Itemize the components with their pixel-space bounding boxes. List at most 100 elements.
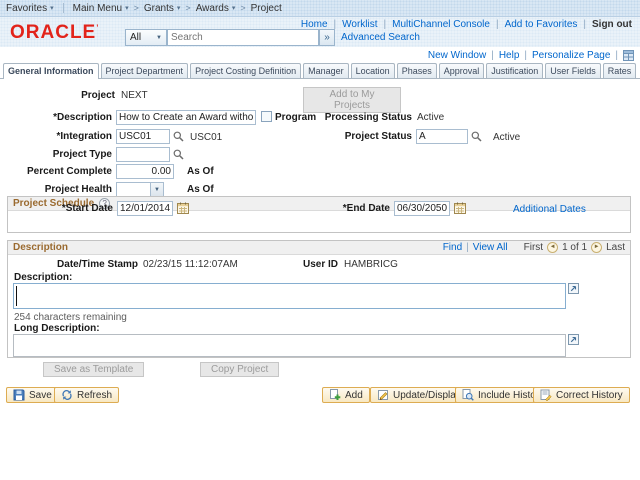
next-row-icon[interactable]: ► [591, 242, 603, 253]
text-cursor [16, 286, 17, 306]
tab-general-information[interactable]: General Information [3, 63, 99, 79]
description-label: *Description [53, 112, 112, 123]
top-nav-links: Home | Worklist | MultiChannel Console |… [301, 19, 632, 30]
search-input[interactable] [167, 29, 319, 46]
end-date-label: *End Date [342, 203, 390, 214]
chevron-down-icon: ▾ [50, 5, 54, 12]
chars-remaining-note: 254 characters remaining [14, 312, 127, 323]
breadcrumb-item-main-menu[interactable]: Main Menu ▾ [73, 3, 129, 14]
save-as-template-button[interactable]: Save as Template [43, 362, 145, 377]
breadcrumb-separator: > [240, 3, 246, 13]
additional-dates-link[interactable]: Additional Dates [513, 204, 586, 215]
chevron-down-icon: ▼ [150, 183, 163, 196]
start-date-input[interactable] [117, 201, 173, 216]
project-health-label: Project Health [44, 184, 112, 195]
separator: | [583, 19, 586, 30]
refresh-icon [61, 389, 73, 401]
tab-justification[interactable]: Justification [486, 63, 544, 78]
add-button[interactable]: Add [322, 387, 370, 403]
last-link[interactable]: Last [606, 242, 625, 253]
first-link[interactable]: First [524, 242, 543, 253]
breadcrumb: Favorites ▾ Main Menu ▾ > Grants ▾ > Awards… [0, 0, 640, 17]
end-date-input[interactable] [394, 201, 450, 216]
start-date-calendar-icon[interactable] [177, 202, 189, 214]
description-header: Description Find | View All First ◄ 1 of… [8, 241, 630, 255]
project-type-input[interactable] [116, 147, 170, 162]
breadcrumb-item-project[interactable]: Project [251, 3, 282, 14]
view-all-link[interactable]: View All [473, 242, 508, 253]
long-description-textarea[interactable] [13, 334, 566, 357]
description-section: Description Find | View All First ◄ 1 of… [7, 240, 631, 358]
breadcrumb-item-awards[interactable]: Awards ▾ [196, 3, 236, 14]
datetime-stamp-value: 02/23/15 11:12:07AM [143, 259, 238, 270]
description-field-label: Description: [14, 272, 73, 283]
integration-lookup-icon[interactable] [173, 131, 184, 142]
peoplesoft-project-page: { "icons": { "dropdown_arrow": "▾", "sel… [0, 0, 640, 480]
personalize-layout-icon[interactable] [623, 50, 634, 61]
description-textarea[interactable] [13, 283, 566, 309]
add-to-favorites-link[interactable]: Add to Favorites [505, 19, 578, 30]
breadcrumb-separator: > [185, 3, 191, 13]
tab-phases[interactable]: Phases [396, 63, 437, 78]
multichannel-console-link[interactable]: MultiChannel Console [392, 19, 490, 30]
separator: | [615, 50, 618, 61]
end-date-calendar-icon[interactable] [454, 202, 466, 214]
find-view-controls: Find | View All First ◄ 1 of 1 ► Last [443, 242, 625, 253]
new-window-link[interactable]: New Window [428, 50, 486, 61]
description-expand-icon[interactable] [568, 283, 579, 294]
tab-rates[interactable]: Rates [602, 63, 637, 78]
add-to-my-projects-button[interactable]: Add to My Projects [303, 87, 401, 113]
personalize-page-link[interactable]: Personalize Page [532, 50, 610, 61]
update-display-button[interactable]: Update/Display [370, 387, 468, 403]
save-button[interactable]: Save [6, 387, 59, 403]
oracle-logo: ORACLE’ [10, 22, 100, 43]
breadcrumb-divider [62, 3, 64, 13]
tab-project-department[interactable]: Project Department [100, 63, 189, 78]
project-value: NEXT [121, 90, 148, 101]
chevron-down-icon: ▾ [231, 5, 236, 12]
program-checkbox[interactable] [261, 111, 272, 122]
include-history-magnifier-icon [462, 389, 474, 401]
separator: | [495, 19, 499, 30]
separator: | [491, 50, 494, 61]
help-link[interactable]: Help [499, 50, 520, 61]
breadcrumb-item-grants[interactable]: Grants ▾ [144, 3, 181, 14]
percent-complete-input[interactable] [116, 164, 174, 179]
separator: | [383, 19, 387, 30]
worklist-link[interactable]: Worklist [342, 19, 377, 30]
tab-user-fields[interactable]: User Fields [545, 63, 601, 78]
project-health-dropdown[interactable]: ▼ [116, 182, 164, 197]
previous-row-icon[interactable]: ◄ [547, 242, 559, 253]
correct-history-button[interactable]: Correct History [533, 387, 630, 403]
percent-complete-label: Percent Complete [26, 166, 112, 177]
search-scope-value: All [130, 32, 142, 43]
project-status-input[interactable] [416, 129, 468, 144]
tab-location[interactable]: Location [350, 63, 395, 78]
tab-manager[interactable]: Manager [303, 63, 349, 78]
search-scope-dropdown[interactable]: All ▼ [125, 29, 167, 46]
tab-approval[interactable]: Approval [438, 63, 485, 78]
long-description-label: Long Description: [14, 323, 100, 334]
save-disk-icon [13, 389, 25, 401]
find-link[interactable]: Find [443, 242, 462, 253]
project-status-lookup-icon[interactable] [471, 131, 482, 142]
project-type-lookup-icon[interactable] [173, 149, 184, 160]
search-go-button[interactable]: » [319, 29, 335, 46]
integration-description: USC01 [190, 132, 223, 143]
long-description-expand-icon[interactable] [568, 334, 579, 345]
as-of-label: As Of [187, 166, 214, 177]
datetime-stamp-label: Date/Time Stamp [57, 259, 138, 270]
advanced-search-link[interactable]: Advanced Search [341, 32, 420, 43]
integration-input[interactable] [116, 129, 170, 144]
add-plus-icon [329, 389, 341, 401]
tab-project-costing-definition[interactable]: Project Costing Definition [190, 63, 302, 78]
sign-out-link[interactable]: Sign out [592, 19, 632, 30]
separator: | [524, 50, 527, 61]
update-display-pencil-icon [377, 389, 389, 401]
correct-history-pencil-icon [540, 389, 552, 402]
refresh-button[interactable]: Refresh [54, 387, 120, 403]
separator: | [466, 242, 469, 253]
breadcrumb-item-favorites[interactable]: Favorites ▾ [6, 3, 54, 14]
copy-project-button[interactable]: Copy Project [200, 362, 280, 377]
description-input[interactable] [116, 110, 256, 125]
